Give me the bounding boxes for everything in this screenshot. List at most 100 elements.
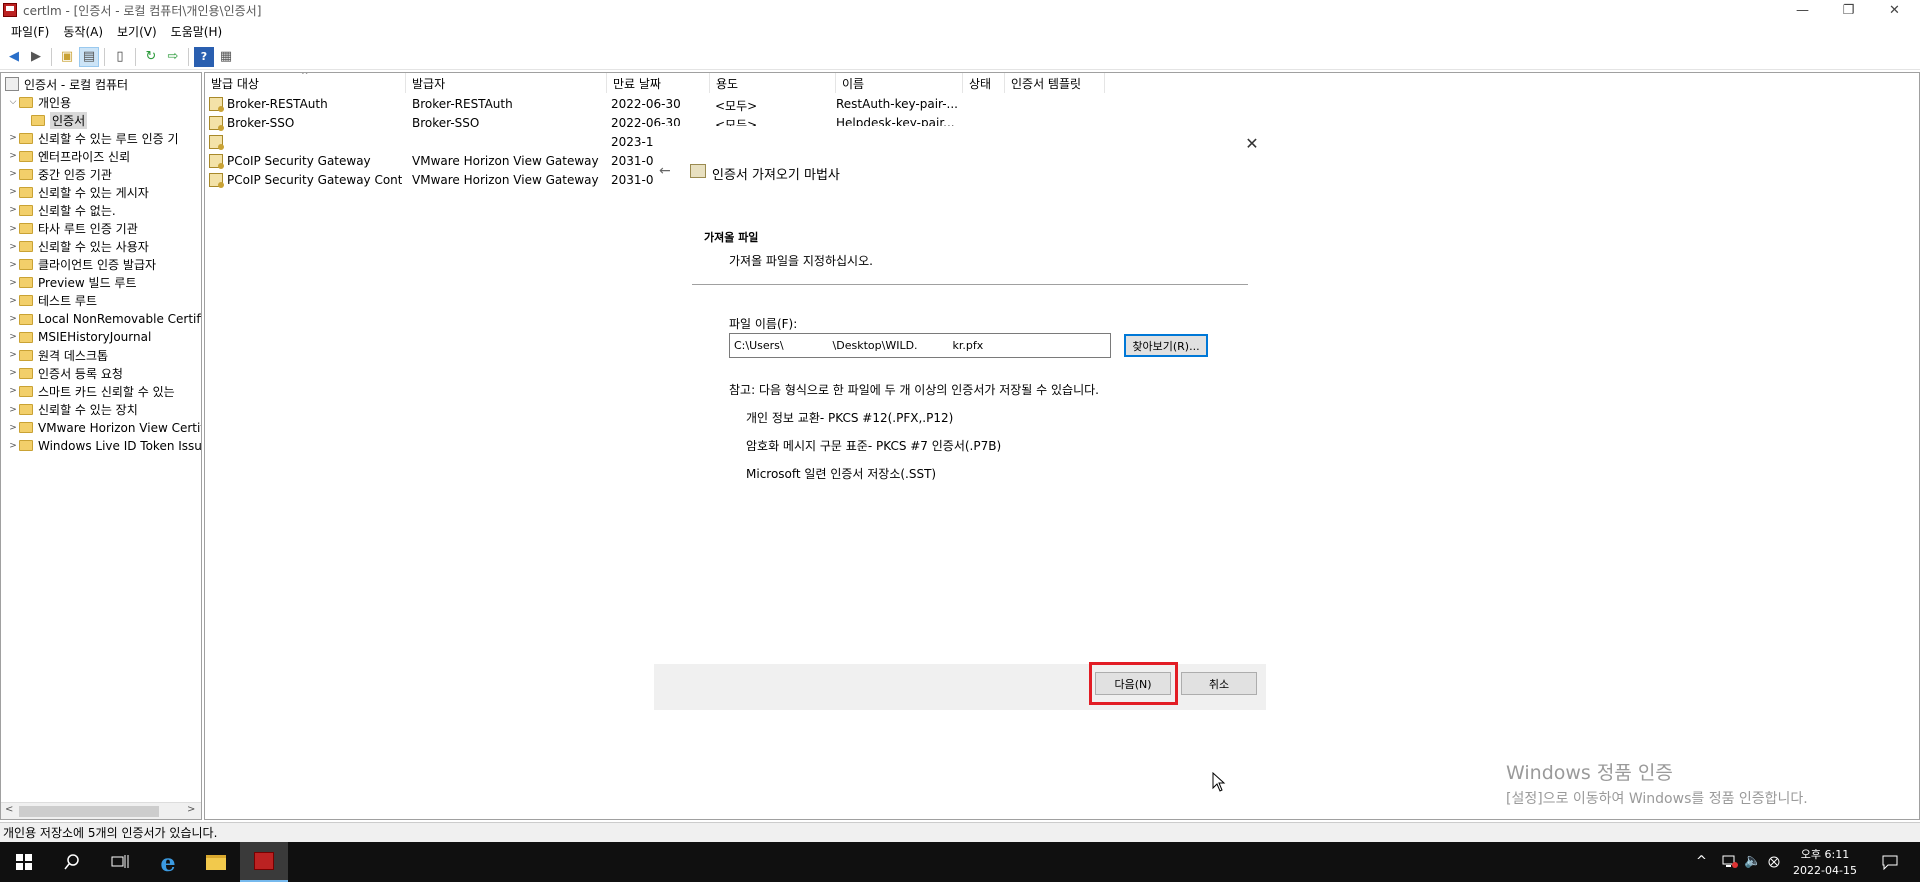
tree-item-store[interactable]: > 인증서 등록 요청 xyxy=(7,364,123,382)
tree-item-store[interactable]: > 테스트 루트 xyxy=(7,292,97,310)
column-header-issuer[interactable]: 발급자 xyxy=(406,73,607,93)
tree-item-label: 원격 데스크톱 xyxy=(38,348,109,363)
watermark-subtitle: [설정]으로 이동하여 Windows를 정품 인증합니다. xyxy=(1506,791,1808,807)
column-header-purpose[interactable]: 용도 xyxy=(710,73,836,93)
restore-button[interactable]: ❐ xyxy=(1826,0,1871,20)
expand-chevron-icon[interactable]: > xyxy=(7,332,19,342)
tree-item-store[interactable]: > 원격 데스크톱 xyxy=(7,346,108,364)
expand-chevron-icon[interactable]: > xyxy=(7,151,19,161)
tree-item-label: 인증서 등록 요청 xyxy=(38,366,123,381)
tree-item-store[interactable]: > Windows Live ID Token Issue xyxy=(7,437,201,455)
column-header-expiration[interactable]: 만료 날짜 xyxy=(607,73,710,93)
taskbar-file-explorer[interactable] xyxy=(192,842,240,882)
menu-file[interactable]: 파일(F) xyxy=(4,21,56,42)
scrollbar-thumb[interactable] xyxy=(19,806,159,817)
properties-icon[interactable]: ▦ xyxy=(216,47,236,67)
expand-chevron-icon[interactable]: > xyxy=(7,350,19,360)
expand-chevron-icon[interactable]: > xyxy=(7,205,19,215)
expand-chevron-icon[interactable]: > xyxy=(7,242,19,252)
action-center-icon[interactable] xyxy=(1882,854,1898,870)
taskbar-certlm[interactable] xyxy=(240,842,288,882)
expand-chevron-icon[interactable]: > xyxy=(7,224,19,234)
back-arrow-icon[interactable]: ◀ xyxy=(4,47,24,67)
network-icon[interactable] xyxy=(1722,855,1738,869)
expand-chevron-icon[interactable]: > xyxy=(7,405,19,415)
expand-chevron-icon[interactable]: > xyxy=(7,133,19,143)
column-header-subject[interactable]: 발급 대상 ^ xyxy=(205,73,406,93)
tree-item-store[interactable]: > 신뢰할 수 없는. xyxy=(7,201,115,219)
column-label: 인증서 템플릿 xyxy=(1011,76,1082,91)
menu-view[interactable]: 보기(V) xyxy=(110,21,164,42)
tree-item-store[interactable]: > Local NonRemovable Certific xyxy=(7,310,201,328)
tree-item-label: 신뢰할 수 있는 루트 인증 기 xyxy=(38,131,179,146)
tree-item-store[interactable]: > 엔터프라이즈 신뢰 xyxy=(7,147,130,165)
tree-item-store[interactable]: > 신뢰할 수 있는 장치 xyxy=(7,401,138,419)
taskbar-time[interactable]: 오후 6:11 xyxy=(1792,846,1858,862)
expand-chevron-icon[interactable]: > xyxy=(7,368,19,378)
expand-chevron-icon[interactable]: > xyxy=(7,169,19,179)
tree-item-store[interactable]: > 클라이언트 인증 발급자 xyxy=(7,256,156,274)
tree-root[interactable]: 인증서 - 로컬 컴퓨터 xyxy=(1,75,128,93)
expand-chevron-icon[interactable]: > xyxy=(7,314,19,324)
expand-chevron-icon[interactable]: > xyxy=(7,423,19,433)
column-header-status[interactable]: 상태 xyxy=(963,73,1005,93)
tree-item-store[interactable]: > 스마트 카드 신뢰할 수 있는 xyxy=(7,382,174,400)
tree-item-label: MSIEHistoryJournal xyxy=(38,330,152,345)
delete-icon[interactable]: ▯ xyxy=(110,47,130,67)
wizard-back-button[interactable]: ← xyxy=(659,163,671,179)
wizard-section-description: 가져올 파일을 지정하십시오. xyxy=(729,254,873,268)
expand-chevron-icon[interactable]: > xyxy=(7,278,19,288)
close-window-button[interactable]: ✕ xyxy=(1872,0,1917,20)
expand-chevron-icon[interactable]: > xyxy=(7,187,19,197)
expand-chevron-icon[interactable]: > xyxy=(7,260,19,270)
notification-error-icon[interactable] xyxy=(1768,856,1780,868)
column-header-template[interactable]: 인증서 템플릿 xyxy=(1005,73,1105,93)
search-button[interactable] xyxy=(48,842,96,882)
show-tree-icon[interactable]: ▤ xyxy=(79,46,99,67)
show-hidden-icons-button[interactable]: ^ xyxy=(1696,854,1707,869)
up-folder-icon[interactable]: ▣ xyxy=(57,47,77,67)
folder-icon xyxy=(19,204,33,216)
windows-logo-icon xyxy=(16,854,32,870)
start-button[interactable] xyxy=(0,842,48,882)
tree-item-store[interactable]: > 신뢰할 수 있는 루트 인증 기 xyxy=(7,129,179,147)
refresh-icon[interactable]: ↻ xyxy=(141,47,161,67)
volume-muted-icon[interactable]: 🔈 xyxy=(1744,853,1761,869)
menu-action[interactable]: 동작(A) xyxy=(56,21,110,42)
expand-chevron-icon[interactable]: > xyxy=(7,386,19,396)
wizard-close-button[interactable]: ✕ xyxy=(1242,134,1262,154)
file-name-label: 파일 이름(F): xyxy=(729,317,798,331)
cell-issuer: VMware Horizon View Gateway ... xyxy=(412,173,602,187)
tree-item-store[interactable]: > 타사 루트 인증 기관 xyxy=(7,220,138,238)
help-icon[interactable]: ? xyxy=(194,46,214,67)
column-label: 발급 대상 xyxy=(211,76,259,91)
tree-item-store[interactable]: > 중간 인증 기관 xyxy=(7,165,112,183)
column-header-name[interactable]: 이름 xyxy=(836,73,963,93)
tree-item-personal[interactable]: ⌵ 개인용 xyxy=(7,93,72,111)
folder-icon xyxy=(19,96,33,108)
taskbar-date[interactable]: 2022-04-15 xyxy=(1792,864,1858,877)
table-row[interactable]: Broker-RESTAuth Broker-RESTAuth 2022-06-30… xyxy=(205,95,1105,114)
menu-help[interactable]: 도움말(H) xyxy=(164,21,230,42)
tree-item-store[interactable]: > 신뢰할 수 있는 사용자 xyxy=(7,238,149,256)
taskbar-internet-explorer[interactable]: e xyxy=(144,842,192,882)
scroll-left-icon[interactable]: < xyxy=(5,804,13,815)
expand-chevron-icon[interactable]: > xyxy=(7,441,19,451)
export-icon[interactable]: ⇨ xyxy=(163,47,183,67)
tree-item-certificates[interactable]: 인증서 xyxy=(31,111,88,129)
collapse-chevron-icon[interactable]: ⌵ xyxy=(7,97,19,107)
cancel-button[interactable]: 취소 xyxy=(1181,672,1257,695)
file-name-input[interactable] xyxy=(729,333,1111,358)
toolbar-separator xyxy=(104,47,105,66)
tree-item-store[interactable]: > 신뢰할 수 있는 게시자 xyxy=(7,183,149,201)
tree-item-store[interactable]: > MSIEHistoryJournal xyxy=(7,328,151,346)
scroll-right-icon[interactable]: > xyxy=(187,804,195,815)
expand-chevron-icon[interactable]: > xyxy=(7,296,19,306)
minimize-button[interactable]: — xyxy=(1780,0,1825,20)
tree-horizontal-scrollbar[interactable]: < > xyxy=(1,802,201,819)
task-view-button[interactable] xyxy=(96,842,144,882)
tree-item-store[interactable]: > Preview 빌드 루트 xyxy=(7,274,136,292)
tree-item-store[interactable]: > VMware Horizon View Certifi xyxy=(7,419,201,437)
browse-button[interactable]: 찾아보기(R)... xyxy=(1124,334,1208,357)
forward-arrow-icon[interactable]: ▶ xyxy=(26,47,46,67)
